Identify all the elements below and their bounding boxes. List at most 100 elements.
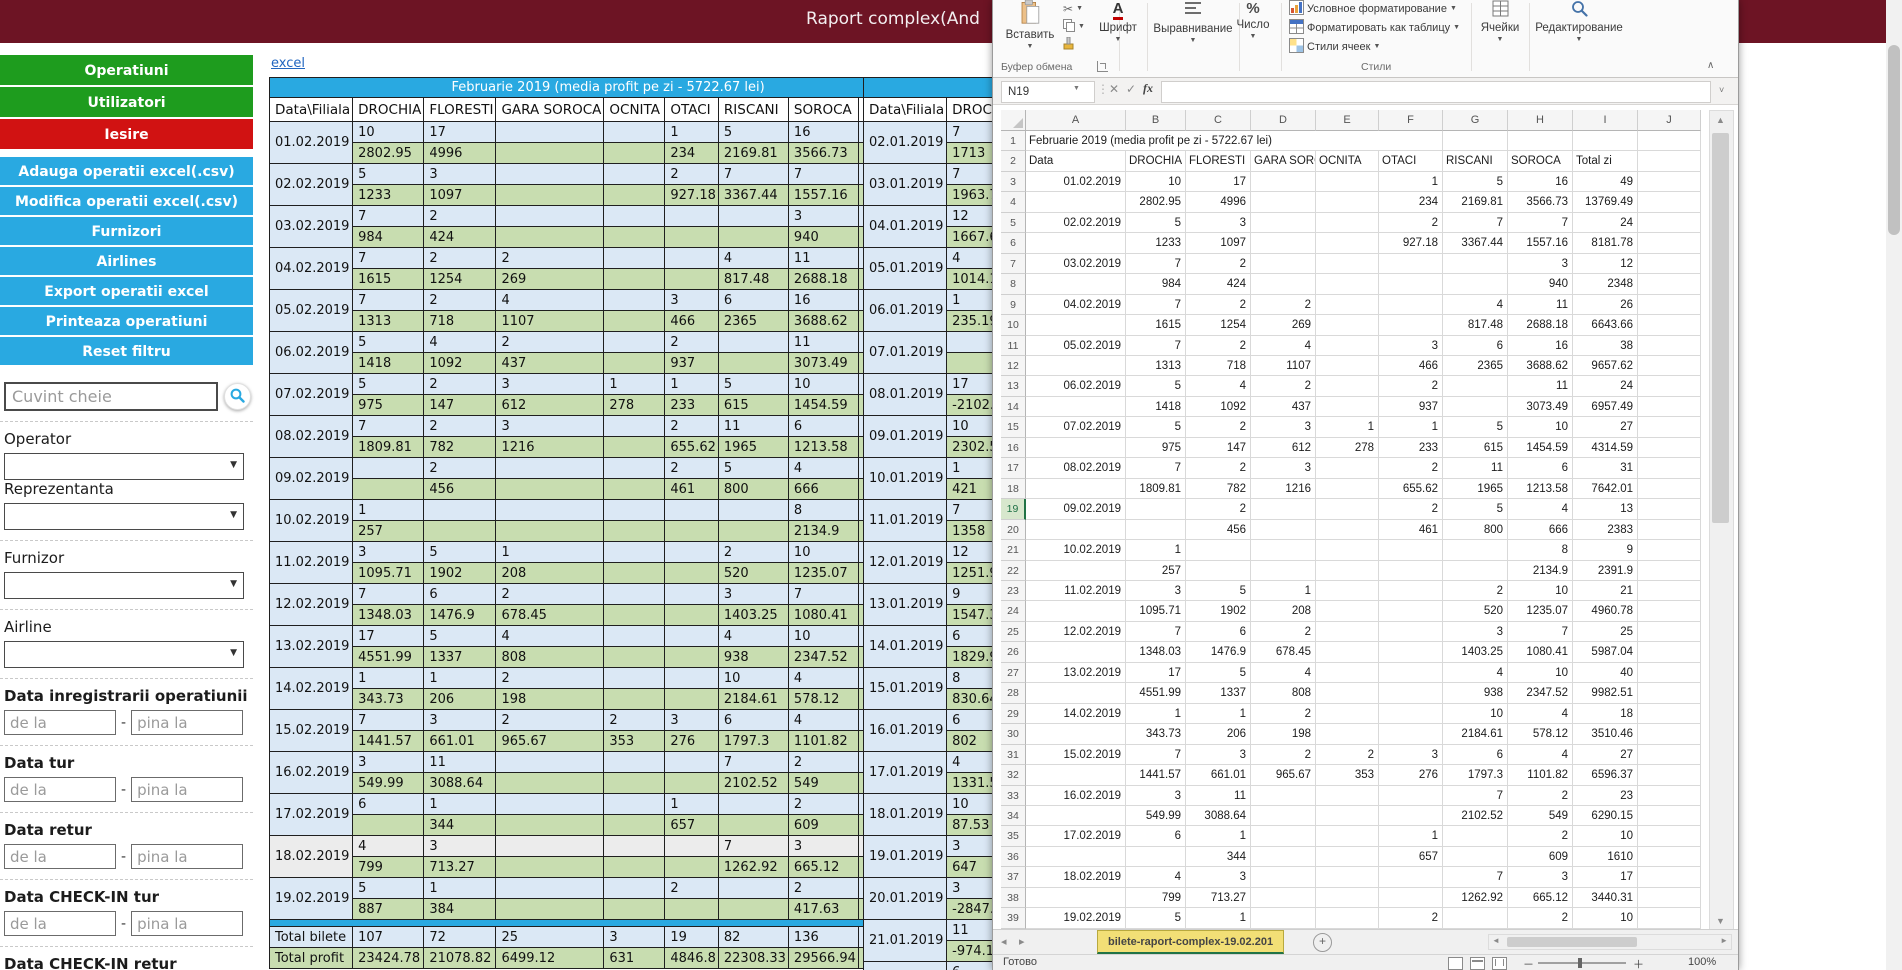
excel-cell[interactable] xyxy=(1638,786,1701,806)
excel-cell[interactable]: 7 xyxy=(1443,867,1508,887)
excel-cell[interactable] xyxy=(1379,786,1443,806)
excel-cell[interactable]: 1348.03 xyxy=(1126,642,1186,662)
excel-cell[interactable]: 5 xyxy=(1186,581,1251,601)
excel-cell[interactable]: 14.02.2019 xyxy=(1026,704,1126,724)
excel-cell[interactable]: 31 xyxy=(1573,458,1638,478)
excel-cell[interactable] xyxy=(1638,336,1701,356)
excel-cell[interactable] xyxy=(1443,397,1508,417)
excel-cell[interactable]: 7642.01 xyxy=(1573,479,1638,499)
excel-cell[interactable]: 23 xyxy=(1573,786,1638,806)
excel-cell[interactable]: 3 xyxy=(1508,867,1573,887)
excel-cell[interactable]: 3 xyxy=(1379,745,1443,765)
excel-cell[interactable] xyxy=(1316,581,1379,601)
excel-cell[interactable]: 5987.04 xyxy=(1573,642,1638,662)
excel-cell[interactable]: 10 xyxy=(1573,908,1638,928)
excel-cell[interactable]: 3367.44 xyxy=(1443,233,1508,253)
date-to-input[interactable] xyxy=(131,844,243,869)
excel-cell[interactable] xyxy=(1379,601,1443,621)
excel-cell[interactable] xyxy=(1316,826,1379,846)
sidebar-action-button[interactable]: Reset filtru xyxy=(0,337,253,365)
excel-cell[interactable] xyxy=(1379,131,1443,151)
excel-cell[interactable]: 4 xyxy=(1443,663,1508,683)
excel-cell[interactable]: 782 xyxy=(1186,479,1251,499)
excel-cell[interactable]: 1095.71 xyxy=(1126,601,1186,621)
excel-cell[interactable]: 1092 xyxy=(1186,397,1251,417)
excel-row-number[interactable]: 35 xyxy=(1001,826,1026,846)
excel-cell[interactable]: 3088.64 xyxy=(1186,806,1251,826)
excel-cell[interactable]: 1476.9 xyxy=(1186,642,1251,662)
excel-cell[interactable]: 2 xyxy=(1251,745,1316,765)
excel-cell[interactable]: 5 xyxy=(1126,908,1186,928)
cut-button[interactable]: ✂▼ xyxy=(1063,1,1085,16)
excel-cell[interactable]: 6 xyxy=(1508,458,1573,478)
excel-cell[interactable]: 2 xyxy=(1251,622,1316,642)
excel-cell[interactable]: 615 xyxy=(1443,438,1508,458)
excel-cell[interactable]: 09.02.2019 xyxy=(1026,499,1126,519)
furnizor-select[interactable]: ▼ xyxy=(4,572,244,599)
excel-cell[interactable] xyxy=(1126,499,1186,519)
excel-cell[interactable] xyxy=(1638,561,1701,581)
excel-cell[interactable]: 2365 xyxy=(1443,356,1508,376)
normal-view-icon[interactable] xyxy=(1448,957,1463,970)
excel-cell[interactable] xyxy=(1251,172,1316,192)
excel-cell[interactable] xyxy=(1316,458,1379,478)
excel-cell[interactable] xyxy=(1026,233,1126,253)
excel-cell[interactable]: 2 xyxy=(1251,295,1316,315)
excel-cell[interactable]: 2184.61 xyxy=(1443,724,1508,744)
excel-row-number[interactable]: 39 xyxy=(1001,908,1026,928)
excel-cell[interactable] xyxy=(1638,704,1701,724)
excel-cell[interactable] xyxy=(1316,479,1379,499)
excel-cell[interactable] xyxy=(1638,683,1701,703)
excel-cell[interactable]: 2 xyxy=(1316,745,1379,765)
excel-cell[interactable] xyxy=(1638,601,1701,621)
excel-cell[interactable]: 1 xyxy=(1126,540,1186,560)
excel-cell[interactable]: 38 xyxy=(1573,336,1638,356)
excel-cell[interactable]: 10 xyxy=(1573,826,1638,846)
excel-export-link[interactable]: excel xyxy=(271,56,305,71)
excel-row-number[interactable]: 31 xyxy=(1001,745,1026,765)
excel-cell[interactable] xyxy=(1316,520,1379,540)
excel-cell[interactable]: 18.02.2019 xyxy=(1026,867,1126,887)
excel-cell[interactable]: 269 xyxy=(1251,315,1316,335)
excel-cell[interactable] xyxy=(1026,397,1126,417)
excel-cell[interactable]: 17 xyxy=(1573,867,1638,887)
excel-cell[interactable]: 2 xyxy=(1186,254,1251,274)
excel-cell[interactable]: 817.48 xyxy=(1443,315,1508,335)
excel-cell[interactable] xyxy=(1316,499,1379,519)
excel-cell[interactable]: 27 xyxy=(1573,417,1638,437)
excel-cell[interactable] xyxy=(1379,683,1443,703)
browser-scrollbar[interactable] xyxy=(1886,0,1902,970)
excel-row-number[interactable]: 30 xyxy=(1001,724,1026,744)
excel-column-header[interactable]: C xyxy=(1186,110,1251,131)
excel-cell[interactable] xyxy=(1251,786,1316,806)
excel-row-number[interactable]: 23 xyxy=(1001,581,1026,601)
excel-cell[interactable] xyxy=(1026,315,1126,335)
excel-cell[interactable]: 1615 xyxy=(1126,315,1186,335)
excel-cell[interactable]: 12 xyxy=(1573,254,1638,274)
excel-cell[interactable]: 13.02.2019 xyxy=(1026,663,1126,683)
excel-cell[interactable]: OCNITA xyxy=(1316,151,1379,171)
excel-cell[interactable]: 9 xyxy=(1573,540,1638,560)
excel-cell[interactable]: 1213.58 xyxy=(1508,479,1573,499)
excel-cell[interactable]: 7 xyxy=(1126,254,1186,274)
excel-cell[interactable] xyxy=(1379,581,1443,601)
sidebar-nav-operatiuni[interactable]: Operatiuni xyxy=(0,55,253,85)
excel-cell[interactable]: 13 xyxy=(1573,499,1638,519)
excel-cell[interactable] xyxy=(1026,561,1126,581)
excel-cell[interactable]: 2 xyxy=(1443,581,1508,601)
zoom-level-label[interactable]: 100% xyxy=(1688,956,1716,968)
excel-select-all-corner[interactable] xyxy=(1001,110,1026,131)
excel-column-header[interactable]: G xyxy=(1443,110,1508,131)
excel-cell[interactable] xyxy=(1638,622,1701,642)
excel-cell[interactable]: 3 xyxy=(1443,622,1508,642)
scroll-right-icon[interactable]: ► xyxy=(1720,936,1728,945)
excel-cell[interactable]: 657 xyxy=(1379,847,1443,867)
excel-cell[interactable]: 8181.78 xyxy=(1573,233,1638,253)
excel-cell[interactable] xyxy=(1026,479,1126,499)
excel-cell[interactable] xyxy=(1638,131,1701,151)
excel-cell[interactable]: 2347.52 xyxy=(1508,683,1573,703)
excel-cell[interactable] xyxy=(1443,561,1508,581)
excel-cell[interactable]: 24 xyxy=(1573,376,1638,396)
excel-cell[interactable]: 2102.52 xyxy=(1443,806,1508,826)
excel-cell[interactable]: 1262.92 xyxy=(1443,888,1508,908)
